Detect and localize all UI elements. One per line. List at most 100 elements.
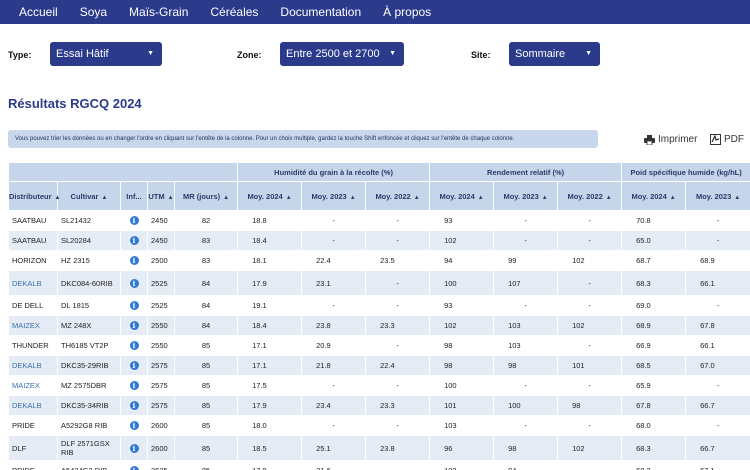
cell-info[interactable]: i: [120, 375, 148, 396]
cell-info[interactable]: i: [120, 355, 148, 376]
cell-humidity-2022: 23.8: [365, 435, 431, 461]
cell-yield-2022: -: [557, 460, 623, 470]
info-icon[interactable]: i: [129, 421, 139, 430]
col-distributor[interactable]: Distributeur ▲: [8, 181, 60, 211]
cell-cultivar: DL 1815: [57, 295, 121, 316]
cell-humidity-2022: -: [365, 230, 431, 251]
cell-humidity-2022: -: [365, 295, 431, 316]
info-icon[interactable]: i: [129, 401, 139, 410]
cell-info[interactable]: i: [120, 250, 148, 271]
col-weight-2024[interactable]: Moy. 2024 ▲: [621, 181, 687, 211]
info-icon[interactable]: i: [129, 216, 139, 225]
info-icon[interactable]: i: [129, 256, 139, 265]
nav-soya[interactable]: Soya: [69, 5, 118, 19]
cell-yield-2024: 93: [429, 295, 495, 316]
nav-cereales[interactable]: Céréales: [199, 5, 269, 19]
cell-info[interactable]: i: [120, 335, 148, 356]
info-icon[interactable]: i: [129, 381, 139, 390]
cell-humidity-2023: 21.6: [301, 460, 367, 470]
info-icon[interactable]: i: [129, 443, 139, 453]
cell-utm: 2450: [147, 230, 175, 251]
cell-cultivar: TH6185 VT2P: [57, 335, 121, 356]
cell-distributor[interactable]: DEKALB: [8, 270, 58, 296]
type-label: Type:: [8, 50, 32, 60]
col-utm[interactable]: UTM ▲: [147, 181, 175, 211]
cell-cultivar: DLF 2571GSX RIB: [57, 435, 121, 461]
cell-weight-2023: 67.0: [685, 355, 750, 376]
cell-humidity-2023: -: [301, 375, 367, 396]
zone-select[interactable]: Entre 2500 et 2700 ▼: [280, 42, 404, 66]
col-weight-2023[interactable]: Moy. 2023 ▲: [685, 181, 750, 211]
cell-info[interactable]: i: [120, 460, 148, 470]
chevron-down-icon: ▼: [389, 50, 396, 57]
cell-yield-2024: 94: [429, 250, 495, 271]
cell-distributor[interactable]: MAIZEX: [8, 375, 58, 396]
col-cultivar[interactable]: Cultivar ▲: [57, 181, 121, 211]
cell-utm: 2525: [147, 270, 175, 296]
cell-humidity-2022: 23.3: [365, 315, 431, 336]
nav-a-propos[interactable]: À propos: [372, 5, 442, 19]
cell-distributor[interactable]: DEKALB: [8, 395, 58, 416]
col-info[interactable]: Inf...: [120, 181, 148, 211]
col-humidity-2022[interactable]: Moy. 2022 ▲: [365, 181, 431, 211]
col-yield-2024[interactable]: Moy. 2024 ▲: [429, 181, 495, 211]
cell-yield-2022: 101: [557, 355, 623, 376]
col-humidity-2024[interactable]: Moy. 2024 ▲: [237, 181, 303, 211]
cell-info[interactable]: i: [120, 315, 148, 336]
cell-info[interactable]: i: [120, 295, 148, 316]
cell-weight-2023: -: [685, 295, 750, 316]
cell-humidity-2023: 20.9: [301, 335, 367, 356]
col-utm-label: UTM: [148, 191, 165, 201]
cell-utm: 2575: [147, 375, 175, 396]
cell-yield-2022: 102: [557, 250, 623, 271]
info-icon[interactable]: i: [129, 466, 139, 470]
info-icon[interactable]: i: [129, 278, 139, 288]
nav-documentation[interactable]: Documentation: [269, 5, 372, 19]
col-humidity-2023[interactable]: Moy. 2023 ▲: [301, 181, 367, 211]
cell-weight-2023: -: [685, 230, 750, 251]
cell-yield-2023: 107: [493, 270, 559, 296]
cell-mr: 82: [173, 210, 239, 231]
sort-icon: ▲: [413, 194, 420, 201]
col-yield-2023[interactable]: Moy. 2023 ▲: [493, 181, 559, 211]
col-mr[interactable]: MR (jours) ▲: [173, 181, 239, 211]
cell-distributor[interactable]: MAIZEX: [8, 315, 58, 336]
cell-yield-2024: 101: [429, 395, 495, 416]
print-button[interactable]: Imprimer: [644, 134, 697, 145]
nav-mais-grain[interactable]: Maïs-Grain: [118, 5, 199, 19]
cell-info[interactable]: i: [120, 435, 148, 461]
cell-yield-2024: 96: [429, 435, 495, 461]
col-label: Moy. 2023: [503, 191, 539, 201]
cell-yield-2024: 102: [429, 315, 495, 336]
info-icon[interactable]: i: [129, 236, 139, 245]
pdf-button[interactable]: PDF: [710, 134, 744, 145]
cell-mr: 85: [173, 335, 239, 356]
cell-cultivar: SL20284: [57, 230, 121, 251]
cell-weight-2023: -: [685, 210, 750, 231]
sort-icon: ▲: [285, 194, 292, 201]
cell-utm: 2525: [147, 295, 175, 316]
cell-humidity-2023: 23.4: [301, 395, 367, 416]
cell-info[interactable]: i: [120, 210, 148, 231]
nav-accueil[interactable]: Accueil: [8, 5, 69, 19]
cell-yield-2022: -: [557, 270, 623, 296]
info-icon[interactable]: i: [129, 321, 139, 330]
cell-info[interactable]: i: [120, 270, 148, 296]
page-title: Résultats RGCQ 2024: [8, 96, 142, 111]
cell-yield-2022: -: [557, 415, 623, 436]
cell-weight-2023: -: [685, 415, 750, 436]
site-select[interactable]: Sommaire ▼: [509, 42, 600, 66]
info-icon[interactable]: i: [129, 361, 139, 370]
col-yield-2022[interactable]: Moy. 2022 ▲: [557, 181, 623, 211]
cell-distributor[interactable]: DEKALB: [8, 355, 58, 376]
cell-info[interactable]: i: [120, 395, 148, 416]
sort-icon: ▲: [605, 194, 612, 201]
info-icon[interactable]: i: [129, 341, 139, 350]
type-select[interactable]: Essai Hâtif ▼: [50, 42, 162, 66]
group-header-yield: Rendement relatif (%): [429, 162, 623, 182]
cell-info[interactable]: i: [120, 415, 148, 436]
sort-icon: ▲: [477, 194, 484, 201]
info-icon[interactable]: i: [129, 301, 139, 310]
cell-info[interactable]: i: [120, 230, 148, 251]
cell-weight-2023: 66.7: [685, 395, 750, 416]
